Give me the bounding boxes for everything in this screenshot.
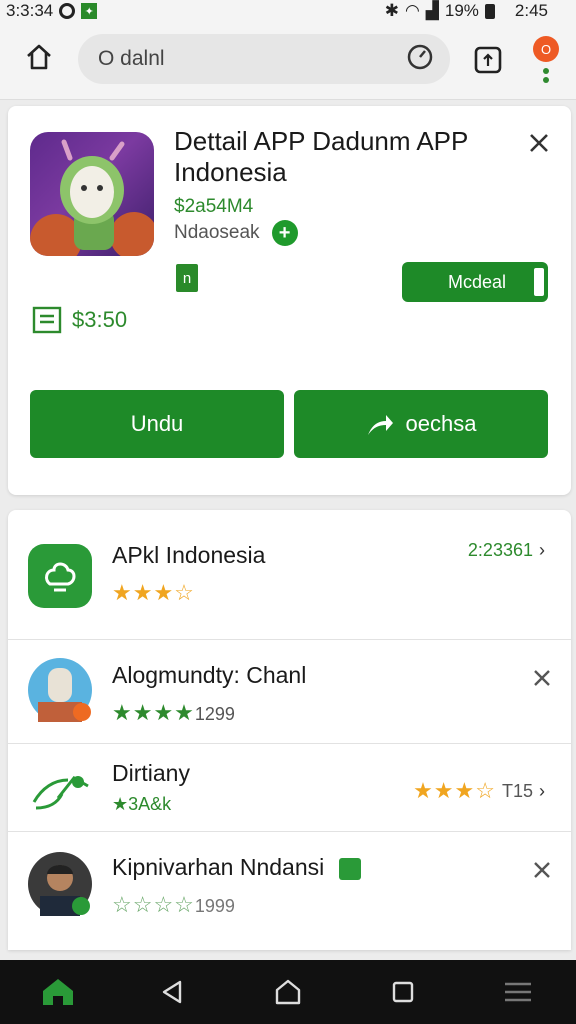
status-bar: 3:3:34 ✦ ✱ ◠ ▟ 19% 2:45 (0, 0, 576, 22)
app-notification-icon: ✦ (81, 3, 98, 19)
list-item-meta: ★★★☆ T15 › (413, 778, 545, 804)
leaf-logo-icon (28, 758, 92, 822)
follow-plus-icon[interactable]: + (271, 220, 298, 246)
list-item[interactable]: APkl Indonesia ★★★☆ 2:23361 › (8, 510, 571, 640)
verified-badge-icon (338, 857, 361, 880)
list-item-subtitle: ★3A&k (112, 794, 172, 814)
share-button-label: oechsa (405, 411, 477, 436)
list-item-title-text: Kipnivarhan Nndansi (112, 854, 325, 880)
menu-button[interactable]: O (530, 34, 562, 84)
notification-icon (59, 3, 76, 19)
download-button-label: Undu (130, 411, 184, 436)
receipt-icon (32, 306, 62, 334)
dismiss-icon[interactable] (528, 664, 556, 692)
signal-icon: ▟ (425, 1, 439, 20)
modal-button[interactable]: Mcdeal (402, 262, 548, 302)
list-item[interactable]: Dirtiany ★3A&k ★★★☆ T15 › (8, 744, 571, 832)
nav-home-icon[interactable] (34, 968, 82, 1016)
bluetooth-icon: ✱ (384, 1, 399, 20)
nav-menu-icon[interactable] (494, 968, 542, 1016)
rating-count: 1999 (194, 896, 235, 916)
list-item-title: Dirtiany (112, 760, 190, 786)
list-item-meta: 2:23361 › (468, 540, 545, 561)
battery-icon (484, 3, 495, 19)
menu-dot-icon (543, 77, 549, 83)
related-apps-list: APkl Indonesia ★★★☆ 2:23361 › Alogmundty… (8, 510, 571, 950)
category-badge: n (176, 264, 198, 292)
share-icon (367, 415, 393, 435)
modal-button-label: Mcdeal (448, 271, 507, 292)
nav-recents-icon[interactable] (379, 968, 427, 1016)
nav-back-icon[interactable] (149, 968, 197, 1016)
battery-text: 19% (444, 1, 479, 20)
app-price: $3:50 (72, 307, 128, 332)
app-icon (30, 132, 154, 256)
developer-row: Ndaoseak + (174, 220, 298, 246)
list-item-title: Kipnivarhan Nndansi (112, 854, 361, 881)
app-price-subtitle: $2a54M4 (174, 196, 254, 217)
star-rating: ★★★☆ (112, 580, 195, 605)
rating-count: T15 (501, 780, 533, 801)
list-item-title: Alogmundty: Chanl (112, 662, 307, 688)
avatar (28, 852, 92, 916)
profile-badge: O (533, 36, 559, 62)
app-detail-card: Dettail APP Dadunm APP Indonesia $2a54M4… (8, 106, 571, 495)
tabs-icon[interactable] (472, 44, 504, 76)
system-nav-bar (0, 960, 576, 1024)
list-item[interactable]: Kipnivarhan Nndansi ☆☆☆☆1999 (8, 832, 571, 942)
rating-row: ★★★★1299 (112, 700, 235, 726)
close-icon[interactable] (524, 128, 554, 158)
browser-toolbar: O dalnl O (0, 22, 576, 100)
nav-homescreen-icon[interactable] (264, 968, 312, 1016)
list-item-title: APkl Indonesia (112, 542, 266, 568)
status-time-left: 3:3:34 (6, 1, 54, 20)
rating-count: 1299 (194, 704, 235, 724)
price-row: $3:50 (32, 306, 127, 334)
share-button[interactable]: oechsa (294, 390, 548, 458)
modal-button-notch (534, 268, 544, 296)
star-rating: ★★★★ (112, 700, 195, 725)
address-bar[interactable]: O dalnl (78, 34, 450, 84)
download-count-text: 2:23361 (467, 540, 533, 560)
menu-dot-icon (543, 68, 549, 74)
speed-dial-icon[interactable] (406, 43, 434, 76)
chevron-right-icon[interactable]: › (539, 540, 545, 561)
avatar (28, 658, 92, 722)
star-rating: ☆☆☆☆ (112, 892, 195, 917)
rating-row: ☆☆☆☆1999 (112, 892, 235, 918)
download-button[interactable]: Undu (30, 390, 284, 458)
developer-name[interactable]: Ndaoseak (174, 222, 260, 244)
list-item[interactable]: Alogmundty: Chanl ★★★★1299 (8, 640, 571, 744)
app-icon (28, 544, 92, 608)
star-rating: ★★★☆ (413, 778, 496, 803)
wifi-icon: ◠ (404, 1, 420, 20)
app-title: Dettail APP Dadunm APP Indonesia (174, 126, 468, 187)
url-text: O dalnl (98, 47, 165, 70)
chevron-right-icon[interactable]: › (539, 781, 545, 802)
home-icon[interactable] (22, 40, 56, 74)
dismiss-icon[interactable] (528, 856, 556, 884)
status-clock: 2:45 (514, 1, 548, 20)
